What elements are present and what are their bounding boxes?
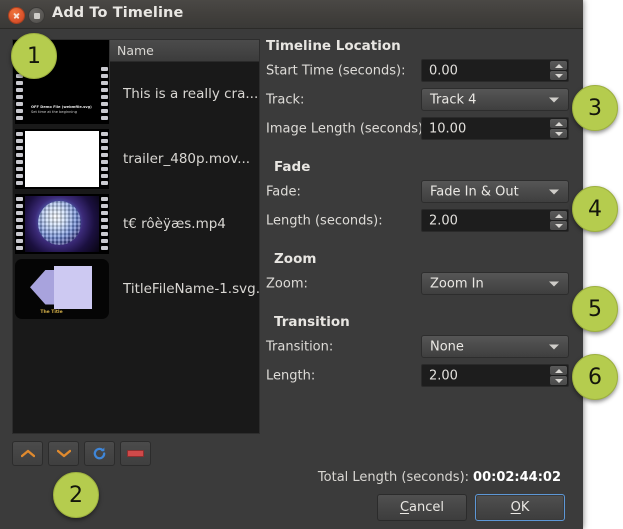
fade-length-input[interactable]: 2.00 [421,209,569,232]
image-length-value: 10.00 [429,121,466,136]
section-title-fade: Fade [266,159,576,175]
thumb-overlay-line1: OFF Demo File (webmfile.svg) [31,105,92,109]
add-to-timeline-dialog: Add To Timeline Name OFF Demo File (webm… [0,0,583,529]
fade-select[interactable]: Fade In & Out [421,180,569,203]
chevron-up-icon [21,449,35,458]
window-title: Add To Timeline [52,5,183,21]
section-title-timeline-location: Timeline Location [266,38,576,54]
annotation-badge-1: 1 [11,33,57,79]
field-start-time: Start Time (seconds): 0.00 [266,56,576,85]
thumbnail-title-cube: The Title [15,259,109,319]
start-time-stepper[interactable] [550,61,567,80]
field-track: Track: Track 4 [266,85,576,114]
image-length-stepper[interactable] [550,119,567,138]
thumbnail-film-disco [15,194,109,254]
stepper-up-icon[interactable] [550,119,567,128]
field-image-length: Image Length (seconds) 10.00 [266,114,576,143]
zoom-select[interactable]: Zoom In [421,272,569,295]
annotation-badge-2: 2 [53,472,99,518]
chevron-down-icon [549,344,559,349]
field-transition-length: Length: 2.00 [266,361,576,390]
field-fade-length: Length (seconds): 2.00 [266,206,576,235]
screenshot-root: Add To Timeline Name OFF Demo File (webm… [0,0,623,529]
transition-length-value: 2.00 [429,368,458,383]
refresh-button[interactable] [84,441,115,466]
total-length: Total Length (seconds): 00:02:44:02 [318,470,561,485]
maximize-icon[interactable] [28,7,45,24]
track-select[interactable]: Track 4 [421,88,569,111]
annotation-badge-5: 5 [572,286,618,332]
total-length-value: 00:02:44:02 [473,470,561,485]
stepper-down-icon[interactable] [550,376,567,385]
field-transition: Transition: None [266,332,576,361]
list-item-label: t€ rôèÿæs.mp4 [123,216,226,232]
dialog-buttons: Cancel OK [377,494,565,521]
section-title-zoom: Zoom [266,251,576,267]
zoom-value: Zoom In [430,276,484,291]
label-image-length: Image Length (seconds) [266,121,423,136]
transition-value: None [430,339,464,354]
annotation-badge-3: 3 [572,85,618,131]
ok-button-label: OK [511,500,530,515]
label-fade-length: Length (seconds): [266,213,383,228]
stepper-down-icon[interactable] [550,129,567,138]
thumb-overlay-line2: Set time at the beginning [31,110,77,114]
label-transition-length: Length: [266,368,315,383]
chevron-down-icon [549,189,559,194]
move-up-button[interactable] [12,441,43,466]
transition-select[interactable]: None [421,335,569,358]
fade-length-stepper[interactable] [550,211,567,230]
chevron-down-icon [549,281,559,286]
label-fade: Fade: [266,184,301,199]
track-value: Track 4 [430,92,476,107]
transition-length-stepper[interactable] [550,366,567,385]
label-zoom: Zoom: [266,276,308,291]
total-length-label: Total Length (seconds): [318,470,469,485]
title-bar: Add To Timeline [0,0,583,29]
list-item-label: This is a really cra... [123,86,258,102]
list-toolbar [12,441,151,466]
field-fade: Fade: Fade In & Out [266,177,576,206]
cancel-button-label: Cancel [400,500,444,515]
label-start-time: Start Time (seconds): [266,63,406,78]
stepper-up-icon[interactable] [550,366,567,375]
list-item[interactable]: t€ rôèÿæs.mp4 [13,191,259,256]
start-time-input[interactable]: 0.00 [421,59,569,82]
list-item[interactable]: trailer_480p.mov... [13,126,259,191]
column-header-name[interactable]: Name [110,40,259,61]
field-zoom: Zoom: Zoom In [266,269,576,298]
label-transition: Transition: [266,339,333,354]
image-length-input[interactable]: 10.00 [421,117,569,140]
stepper-down-icon[interactable] [550,221,567,230]
cancel-button[interactable]: Cancel [377,494,467,521]
thumbnail-film-white [15,129,109,189]
cube-title-label: The Title [40,310,62,315]
minus-icon [127,450,144,457]
fade-value: Fade In & Out [430,184,519,199]
ok-button[interactable]: OK [475,494,565,521]
start-time-value: 0.00 [429,63,458,78]
annotation-badge-6: 6 [572,354,618,400]
move-down-button[interactable] [48,441,79,466]
annotation-badge-4: 4 [572,186,618,232]
list-item-label: TitleFileName-1.svg... [123,281,259,297]
file-list-rows: OFF Demo File (webmfile.svg) Set time at… [13,61,259,433]
settings-panel: Timeline Location Start Time (seconds): … [266,38,576,390]
chevron-down-icon [549,97,559,102]
transition-length-input[interactable]: 2.00 [421,364,569,387]
remove-button[interactable] [120,441,151,466]
stepper-up-icon[interactable] [550,61,567,70]
label-track: Track: [266,92,304,107]
section-title-transition: Transition [266,314,576,330]
chevron-down-icon [57,449,71,458]
refresh-icon [92,446,107,461]
close-icon[interactable] [8,7,25,24]
list-item-label: trailer_480p.mov... [123,151,250,167]
stepper-down-icon[interactable] [550,71,567,80]
stepper-up-icon[interactable] [550,211,567,220]
list-item[interactable]: The Title TitleFileName-1.svg... [13,256,259,321]
file-list[interactable]: Name OFF Demo File (webmfile.svg) Set ti… [12,39,260,434]
fade-length-value: 2.00 [429,213,458,228]
